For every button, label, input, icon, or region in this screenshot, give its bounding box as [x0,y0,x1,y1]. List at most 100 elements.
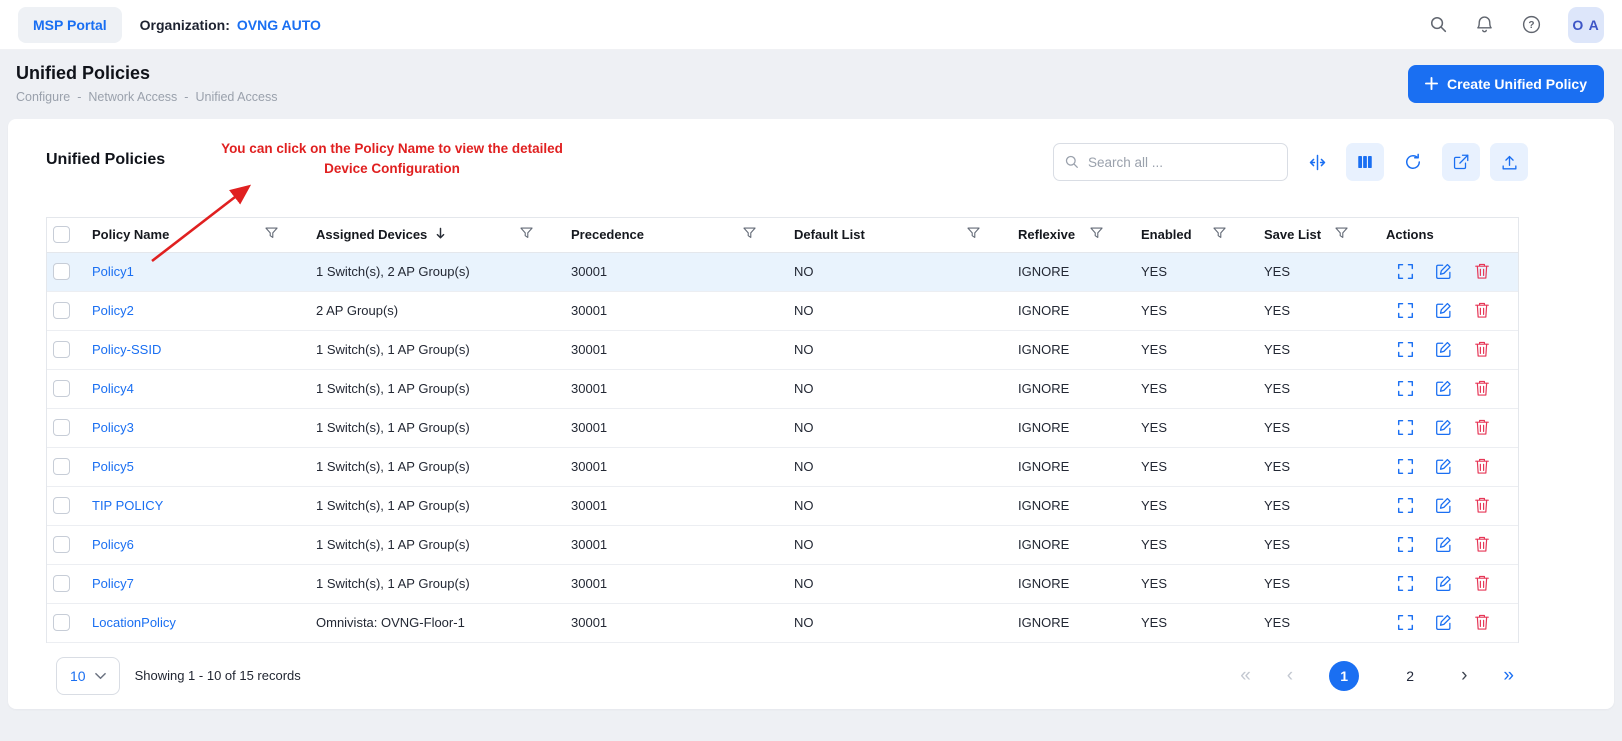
policy-name-link[interactable]: Policy7 [92,576,134,591]
precedence-cell: 30001 [571,369,794,408]
default-list-cell: NO [794,330,1018,369]
column-header-policy-name[interactable]: Policy Name [92,227,169,242]
filter-icon[interactable] [265,227,278,242]
filter-icon[interactable] [1090,227,1103,242]
expand-policy-icon[interactable] [1392,532,1418,558]
expand-policy-icon[interactable] [1392,259,1418,285]
enabled-cell: YES [1141,408,1264,447]
row-checkbox[interactable] [53,263,70,280]
column-header-assigned-devices[interactable]: Assigned Devices [316,227,427,242]
panel-title: Unified Policies [46,143,165,169]
expand-policy-icon[interactable] [1392,610,1418,636]
last-page-icon[interactable]: » [1503,666,1514,685]
filter-icon[interactable] [520,227,533,242]
filter-icon[interactable] [1335,227,1348,242]
edit-policy-icon[interactable] [1431,610,1457,636]
columns-button[interactable] [1346,143,1384,181]
delete-policy-icon[interactable] [1469,375,1495,401]
filter-icon[interactable] [967,227,980,242]
search-input-icon [1064,154,1080,170]
row-checkbox[interactable] [53,341,70,358]
delete-policy-icon[interactable] [1469,258,1495,284]
delete-policy-icon[interactable] [1469,414,1495,440]
select-all-checkbox[interactable] [53,226,70,243]
notifications-bell-icon[interactable] [1474,14,1495,35]
delete-policy-icon[interactable] [1469,492,1495,518]
create-unified-policy-button[interactable]: Create Unified Policy [1408,65,1604,103]
policy-name-link[interactable]: Policy1 [92,264,134,279]
row-checkbox[interactable] [53,458,70,475]
upload-button[interactable] [1490,143,1528,181]
top-header: MSP Portal Organization: OVNG AUTO ? O A [0,0,1622,50]
breadcrumb-item[interactable]: Network Access [88,90,177,104]
filter-icon[interactable] [1213,227,1226,242]
export-button[interactable] [1442,143,1480,181]
page-1-button[interactable]: 1 [1329,661,1359,691]
policy-name-link[interactable]: LocationPolicy [92,615,176,630]
delete-policy-icon[interactable] [1469,570,1495,596]
policy-name-link[interactable]: Policy6 [92,537,134,552]
delete-policy-icon[interactable] [1469,453,1495,479]
expand-policy-icon[interactable] [1392,415,1418,441]
delete-policy-icon[interactable] [1469,531,1495,557]
help-icon[interactable]: ? [1521,14,1542,35]
page-title: Unified Policies [16,63,277,84]
policy-name-link[interactable]: TIP POLICY [92,498,163,513]
edit-policy-icon[interactable] [1431,532,1457,558]
organization-link[interactable]: OVNG AUTO [237,17,321,33]
expand-policy-icon[interactable] [1392,454,1418,480]
sort-desc-icon[interactable] [435,227,446,243]
next-page-icon[interactable]: › [1461,666,1467,685]
policy-name-link[interactable]: Policy4 [92,381,134,396]
expand-policy-icon[interactable] [1392,571,1418,597]
edit-policy-icon[interactable] [1431,493,1457,519]
column-header-reflexive[interactable]: Reflexive [1018,227,1075,242]
row-checkbox[interactable] [53,575,70,592]
edit-policy-icon[interactable] [1431,259,1457,285]
edit-policy-icon[interactable] [1431,298,1457,324]
table-header-row: Policy Name Assigned Devices Precedence [47,218,1518,252]
delete-policy-icon[interactable] [1469,336,1495,362]
expand-policy-icon[interactable] [1392,298,1418,324]
expand-policy-icon[interactable] [1392,376,1418,402]
row-checkbox[interactable] [53,419,70,436]
row-checkbox[interactable] [53,536,70,553]
column-header-default-list[interactable]: Default List [794,227,865,242]
expand-policy-icon[interactable] [1392,493,1418,519]
breadcrumb-item[interactable]: Configure [16,90,70,104]
policy-name-link[interactable]: Policy-SSID [92,342,161,357]
expand-policy-icon[interactable] [1392,337,1418,363]
row-checkbox[interactable] [53,614,70,631]
user-avatar[interactable]: O A [1568,7,1604,43]
search-icon[interactable] [1429,15,1448,34]
policy-name-link[interactable]: Policy5 [92,459,134,474]
edit-policy-icon[interactable] [1431,415,1457,441]
page-size-select[interactable]: 10 [56,657,120,695]
refresh-button[interactable] [1394,143,1432,181]
policy-name-link[interactable]: Policy2 [92,303,134,318]
column-header-enabled[interactable]: Enabled [1141,227,1192,242]
edit-policy-icon[interactable] [1431,571,1457,597]
resize-columns-button[interactable] [1298,143,1336,181]
edit-policy-icon[interactable] [1431,454,1457,480]
search-input[interactable] [1088,155,1277,170]
delete-policy-icon[interactable] [1469,297,1495,323]
delete-policy-icon[interactable] [1469,609,1495,635]
column-header-precedence[interactable]: Precedence [571,227,644,242]
column-header-save-list[interactable]: Save List [1264,227,1321,242]
table-tools [1053,143,1528,181]
precedence-cell: 30001 [571,603,794,642]
first-page-icon[interactable]: « [1240,666,1251,685]
row-checkbox[interactable] [53,497,70,514]
page-2-button[interactable]: 2 [1395,661,1425,691]
create-button-label: Create Unified Policy [1447,76,1587,92]
row-checkbox[interactable] [53,380,70,397]
breadcrumb-item[interactable]: Unified Access [195,90,277,104]
edit-policy-icon[interactable] [1431,337,1457,363]
filter-icon[interactable] [743,227,756,242]
msp-portal-button[interactable]: MSP Portal [18,7,122,43]
policy-name-link[interactable]: Policy3 [92,420,134,435]
previous-page-icon[interactable]: ‹ [1287,666,1293,685]
row-checkbox[interactable] [53,302,70,319]
edit-policy-icon[interactable] [1431,376,1457,402]
